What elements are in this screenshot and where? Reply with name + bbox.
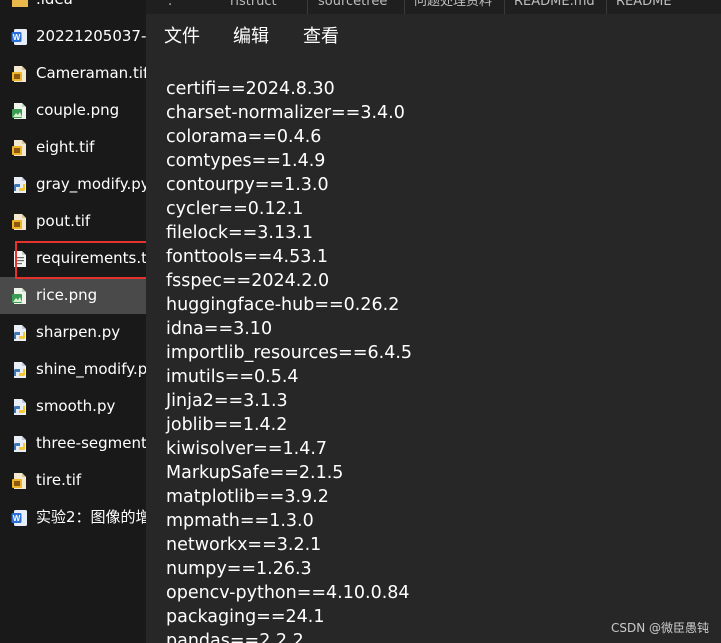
menu-file[interactable]: 文件 <box>164 26 200 48</box>
editor-line: colorama==0.4.6 <box>166 127 322 147</box>
menu-view[interactable]: 查看 <box>303 26 339 48</box>
editor-line: pandas==2.2.2 <box>166 631 304 643</box>
file-name-label: rice.png <box>36 286 98 304</box>
editor-line: matplotlib==3.9.2 <box>166 487 329 507</box>
editor-line: idna==3.10 <box>166 319 273 339</box>
file-list-item[interactable]: requirements.tx <box>0 240 146 277</box>
file-name-label: sharpen.py <box>36 323 121 341</box>
file-list-item[interactable]: W 20221205037-实 <box>0 18 146 55</box>
file-name-label: eight.tif <box>36 138 95 156</box>
file-list-item[interactable]: shine_modify.py <box>0 351 146 388</box>
file-list-item[interactable]: eight.tif <box>0 129 146 166</box>
file-list-item[interactable]: gray_modify.py <box>0 166 146 203</box>
tab-separator <box>307 0 308 14</box>
editor-line: joblib==1.4.2 <box>166 415 288 435</box>
file-list-item[interactable]: .idea <box>0 0 146 18</box>
file-name-label: gray_modify.py <box>36 175 146 193</box>
python-file-icon <box>11 324 29 342</box>
tab-separator <box>404 0 405 14</box>
tab-1[interactable]: . <box>168 0 172 12</box>
editor-line: packaging==24.1 <box>166 607 325 627</box>
svg-text:W: W <box>13 33 21 42</box>
editor-line: huggingface-hub==0.26.2 <box>166 295 400 315</box>
file-name-label: tire.tif <box>36 471 82 489</box>
file-name-label: 20221205037-实 <box>36 27 146 45</box>
svg-text:W: W <box>13 514 21 523</box>
menu-bar: 文件 编辑 查看 <box>146 14 721 62</box>
file-list: .idea W 20221205037-实 Cameraman.tif couple.p… <box>0 0 146 536</box>
editor-line: Jinja2==3.1.3 <box>166 391 288 411</box>
file-name-label: Cameraman.tif <box>36 64 146 82</box>
file-name-label: couple.png <box>36 101 120 119</box>
tab-3[interactable]: sourcetree <box>318 0 387 12</box>
text-editor-area[interactable]: certifi==2024.8.30 charset-normalizer==3.… <box>146 62 721 643</box>
file-list-item[interactable]: sharpen.py <box>0 314 146 351</box>
editor-line: importlib_resources==6.4.5 <box>166 343 413 363</box>
editor-line: numpy==1.26.3 <box>166 559 312 579</box>
editor-line: mpmath==1.3.0 <box>166 511 314 531</box>
editor-line: cycler==0.12.1 <box>166 199 304 219</box>
file-list-item[interactable]: W 实验2：图像的增 <box>0 499 146 536</box>
tab-2[interactable]: ristruct <box>230 0 277 12</box>
file-name-label: requirements.tx <box>36 249 146 267</box>
editor-line: opencv-python==4.10.0.84 <box>166 583 410 603</box>
file-explorer-pane: .idea W 20221205037-实 Cameraman.tif couple.p… <box>0 0 146 643</box>
python-file-icon <box>11 435 29 453</box>
editor-line: imutils==0.5.4 <box>166 367 299 387</box>
file-list-item[interactable]: smooth.py <box>0 388 146 425</box>
file-list-item[interactable]: tire.tif <box>0 462 146 499</box>
png-file-icon <box>11 287 29 305</box>
editor-line: filelock==3.13.1 <box>166 223 313 243</box>
tab-5[interactable]: README.md <box>514 0 595 12</box>
image-file-icon <box>11 472 29 490</box>
editor-line: comtypes==1.4.9 <box>166 151 326 171</box>
folder-icon <box>11 0 29 9</box>
file-list-item[interactable]: pout.tif <box>0 203 146 240</box>
file-name-label: .idea <box>36 0 73 8</box>
editor-line: MarkupSafe==2.1.5 <box>166 463 344 483</box>
tab-separator <box>606 0 607 14</box>
file-name-label: 实验2：图像的增 <box>36 508 146 526</box>
tab-4[interactable]: 问题处理资料 <box>414 0 492 12</box>
tab-6[interactable]: README <box>616 0 672 12</box>
file-list-item[interactable]: Cameraman.tif <box>0 55 146 92</box>
python-file-icon <box>11 176 29 194</box>
file-name-label: shine_modify.py <box>36 360 146 378</box>
editor-content: certifi==2024.8.30 charset-normalizer==3.… <box>166 77 412 643</box>
text-file-icon <box>11 250 29 268</box>
editor-line: kiwisolver==1.4.7 <box>166 439 328 459</box>
editor-line: contourpy==1.3.0 <box>166 175 329 195</box>
editor-line: charset-normalizer==3.4.0 <box>166 103 405 123</box>
menu-edit[interactable]: 编辑 <box>233 26 269 48</box>
screen: .idea W 20221205037-实 Cameraman.tif couple.p… <box>0 0 721 643</box>
editor-line: certifi==2024.8.30 <box>166 79 335 99</box>
csdn-watermark: CSDN @微臣愚钝 <box>610 621 709 635</box>
file-list-item[interactable]: three-segment <box>0 425 146 462</box>
image-file-icon <box>11 213 29 231</box>
file-list-item[interactable]: couple.png <box>0 92 146 129</box>
tab-separator <box>504 0 505 14</box>
notepad-window: . ristruct sourcetree 问题处理资料 README.md R… <box>146 0 721 643</box>
editor-line: fonttools==4.53.1 <box>166 247 329 267</box>
file-name-label: three-segment <box>36 434 146 452</box>
file-name-label: pout.tif <box>36 212 91 230</box>
image-file-icon <box>11 139 29 157</box>
editor-line: fsspec==2024.2.0 <box>166 271 330 291</box>
tab-bar: . ristruct sourcetree 问题处理资料 README.md R… <box>146 0 721 14</box>
file-list-item[interactable]: rice.png <box>0 277 146 314</box>
file-name-label: smooth.py <box>36 397 116 415</box>
editor-line: networkx==3.2.1 <box>166 535 322 555</box>
word-document-icon: W <box>11 28 29 46</box>
image-file-icon <box>11 65 29 83</box>
png-file-icon <box>11 102 29 120</box>
python-file-icon <box>11 361 29 379</box>
word-document-icon: W <box>11 509 29 527</box>
python-file-icon <box>11 398 29 416</box>
